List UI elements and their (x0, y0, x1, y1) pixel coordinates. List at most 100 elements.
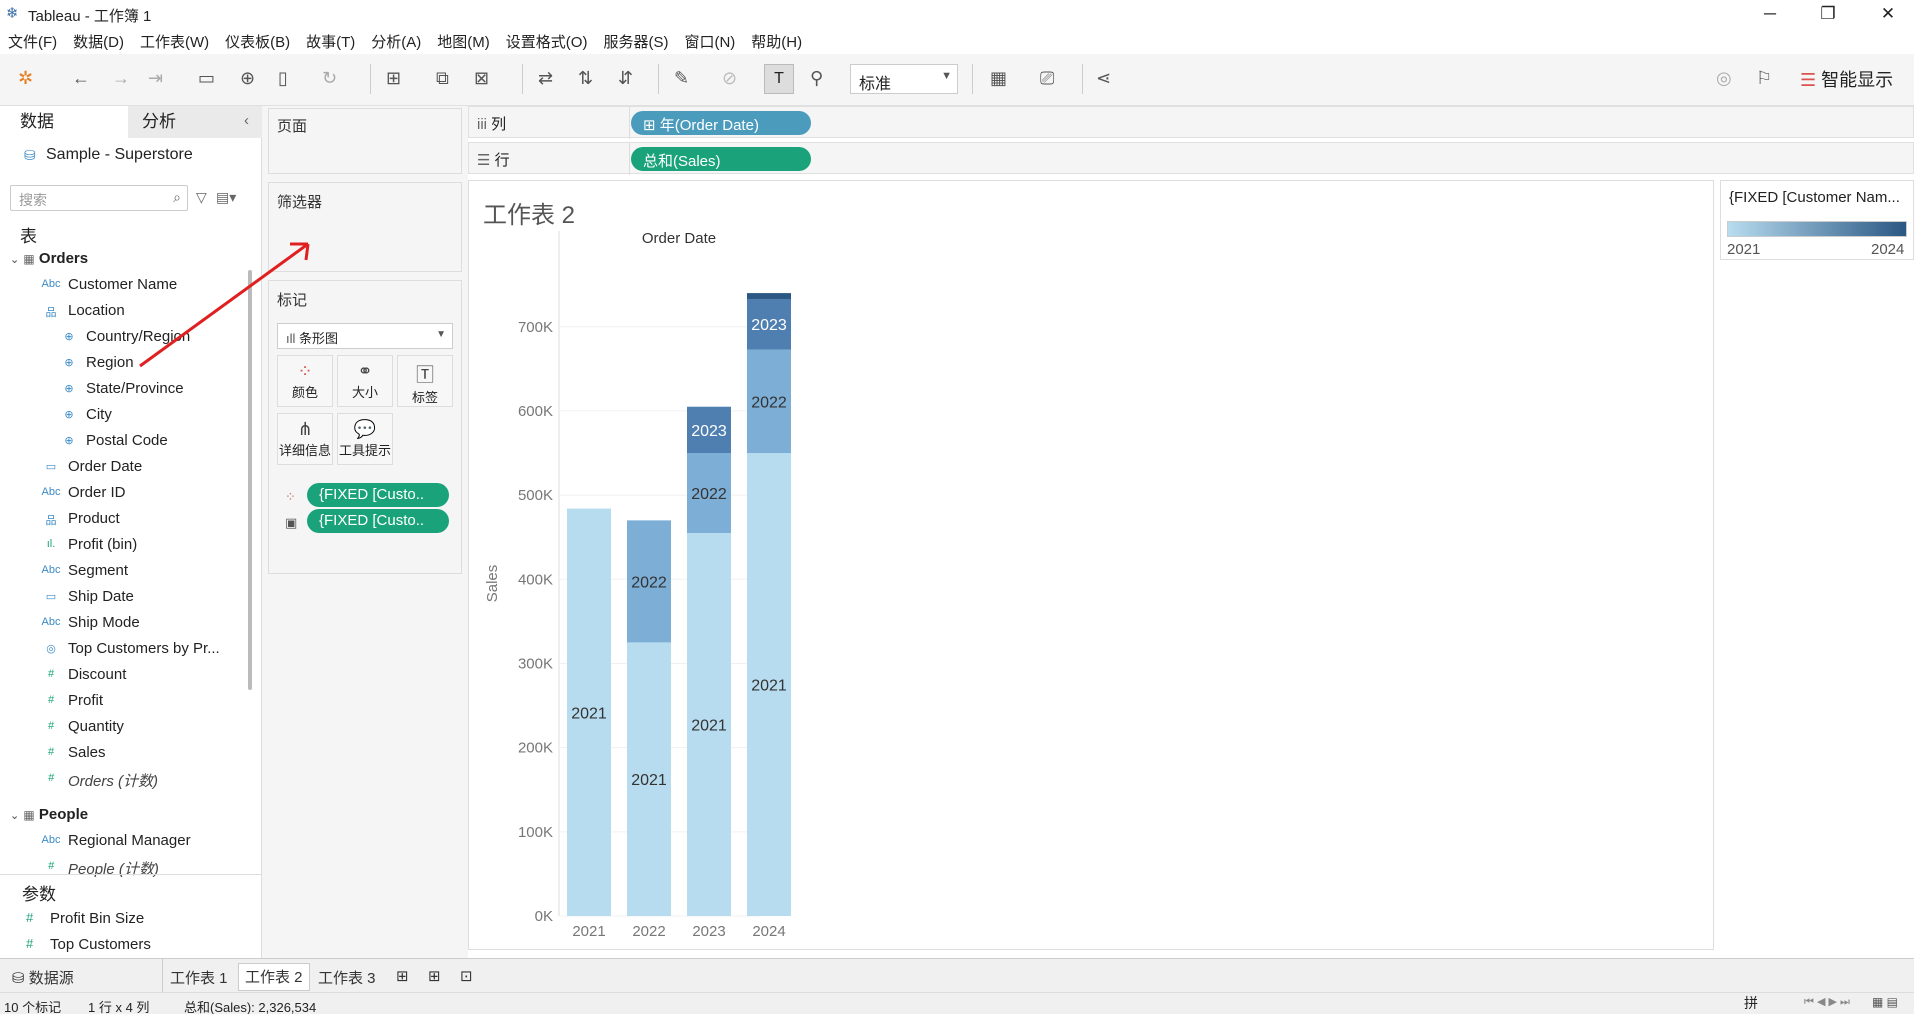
tableau-home-icon[interactable]: ✲ (18, 68, 33, 89)
view-options-icon[interactable]: ▤▾ (216, 189, 236, 206)
ime-indicator[interactable]: 拼 (1744, 993, 1758, 1013)
field-item[interactable]: ıl. Profit (bin) (47, 536, 137, 553)
presentation-mode-icon[interactable]: ⎚ (1040, 68, 1054, 89)
menu-item[interactable]: 仪表板(B) (225, 31, 290, 52)
field-item[interactable]: ⊕ Postal Code (64, 432, 167, 449)
label-button[interactable]: 🅃 标签 (397, 355, 453, 407)
menu-item[interactable]: 服务器(S) (603, 31, 668, 52)
show-cards-icon[interactable]: ▦ (990, 68, 1007, 89)
label-pill[interactable]: {FIXED [Custo.. (307, 509, 449, 533)
field-item[interactable]: 品 Location (46, 302, 125, 319)
detail-button[interactable]: ⋔ 详细信息 (277, 413, 333, 465)
highlight-icon[interactable]: ✎ (674, 68, 689, 89)
field-name: People (计数) (68, 861, 159, 878)
field-item[interactable]: Abc Regional Manager (42, 832, 191, 849)
datasource-tab[interactable]: ⛁ 数据源 (6, 965, 80, 990)
close-button[interactable]: ✕ (1868, 2, 1908, 26)
param-item[interactable]: Top Customers (50, 936, 151, 953)
datasource-name[interactable]: Sample - Superstore (46, 146, 193, 164)
menu-item[interactable]: 文件(F) (8, 31, 57, 52)
share-icon[interactable]: ⋖ (1096, 68, 1111, 89)
menu-item[interactable]: 分析(A) (371, 31, 421, 52)
menu-item[interactable]: 窗口(N) (684, 31, 735, 52)
swap-disabled-icon[interactable]: ⇥ (148, 68, 163, 89)
new-dashboard-icon[interactable]: ⊞ (422, 965, 447, 987)
field-item[interactable]: 品 Product (46, 510, 120, 527)
bar-label: 2023 (691, 423, 727, 440)
new-story-icon[interactable]: ⊡ (454, 965, 479, 987)
view-mode-icon[interactable]: ▦ ▤ (1872, 995, 1898, 1009)
field-item[interactable]: ▭ Ship Date (46, 588, 134, 605)
field-item[interactable]: Abc Segment (42, 562, 129, 579)
save-icon[interactable]: ▭ (198, 68, 215, 89)
menu-item[interactable]: 帮助(H) (751, 31, 802, 52)
field-item[interactable]: # Quantity (48, 718, 124, 735)
pages-card[interactable]: 页面 (268, 108, 462, 174)
bar-chart[interactable]: 0K 100K 200K 300K 400K 500K 600K 700K Sales Order… (469, 181, 1715, 951)
collapse-panel-icon[interactable]: ‹ (244, 112, 249, 129)
tooltip-button[interactable]: 💬 工具提示 (337, 413, 393, 465)
rows-pill[interactable]: 总和(Sales) (631, 147, 811, 171)
field-item[interactable]: # People (计数) (48, 858, 159, 879)
sheet-tab[interactable]: 工作表 3 (312, 965, 382, 990)
field-item[interactable]: # Profit (48, 692, 103, 709)
menu-item[interactable]: 故事(T) (306, 31, 355, 52)
sheet-tab[interactable]: 工作表 1 (164, 965, 234, 990)
tab-analysis[interactable]: 分析 (142, 106, 176, 138)
field-item[interactable]: ▭ Order Date (46, 458, 142, 475)
clear-sheet-icon[interactable]: ⊠ (474, 68, 489, 89)
worksheet-view[interactable]: 工作表 2 0K 100K 200K 300K 400K 500K 600K 700K Sale… (468, 180, 1714, 950)
field-item[interactable]: ⊕ Region (64, 354, 133, 371)
geo-icon: ⊕ (64, 409, 74, 421)
columns-shelf[interactable]: iii 列 ⊞ 年(Order Date) (468, 106, 1914, 139)
sheet-nav-icon[interactable]: ⏮ ◀ ▶ ⏭ (1804, 995, 1850, 1009)
new-worksheet-icon[interactable]: ⊞ (386, 68, 401, 89)
field-item[interactable]: ◎ Top Customers by Pr... (46, 640, 220, 657)
pages-title: 页面 (277, 118, 308, 135)
duplicate-sheet-icon[interactable]: ⧉ (436, 68, 449, 89)
group-icon[interactable]: ⊘ (722, 68, 737, 89)
y-tick-label: 0K (535, 908, 553, 925)
filter-icon[interactable]: ▽ (196, 189, 207, 206)
columns-pill[interactable]: ⊞ 年(Order Date) (631, 111, 811, 135)
field-item[interactable]: Abc Order ID (42, 484, 126, 501)
minimize-button[interactable]: ─ (1750, 2, 1790, 26)
menu-item[interactable]: 地图(M) (437, 31, 490, 52)
format-painter-icon[interactable]: ⚐ (1756, 68, 1772, 89)
refresh-icon[interactable]: ↻ (322, 68, 337, 89)
menu-item[interactable]: 工作表(W) (140, 31, 209, 52)
field-item[interactable]: # Discount (48, 666, 126, 683)
new-datasource-icon[interactable]: ⊕ (240, 68, 255, 89)
restore-button[interactable]: ❐ (1808, 2, 1848, 26)
sort-descending-icon[interactable]: ⇵ (618, 68, 633, 89)
field-item[interactable]: # Sales (48, 744, 106, 761)
tooltip-icon: 💬 (353, 419, 377, 439)
table-people[interactable]: ⌄ ▦ People (10, 806, 88, 823)
ask-data-icon[interactable]: ◎ (1716, 68, 1732, 89)
field-item[interactable]: ⊕ City (64, 406, 111, 423)
menu-item[interactable]: 设置格式(O) (506, 31, 588, 52)
field-item[interactable]: Abc Ship Mode (42, 614, 140, 631)
field-item[interactable]: # Orders (计数) (48, 770, 158, 791)
fit-select[interactable]: 标准 ▼ (850, 64, 958, 94)
new-worksheet-icon[interactable]: ⊞ (390, 965, 415, 987)
show-labels-icon[interactable]: T (764, 64, 794, 94)
color-pill[interactable]: {FIXED [Custo.. (307, 483, 449, 507)
table-orders[interactable]: ⌄ ▦ Orders (10, 250, 88, 267)
sheet-tab-active[interactable]: 工作表 2 (238, 963, 310, 991)
undo-icon[interactable]: ← (72, 68, 90, 89)
search-icon: ⌕ (173, 189, 181, 205)
fix-axes-icon[interactable]: ⚲ (810, 68, 823, 89)
pause-updates-icon[interactable]: ▯ (278, 68, 288, 89)
swap-rows-columns-icon[interactable]: ⇄ (538, 68, 553, 89)
smart-show-button[interactable]: ☰ 智能显示 (1800, 66, 1893, 92)
sort-ascending-icon[interactable]: ⇅ (578, 68, 593, 89)
field-item[interactable]: ⊕ State/Province (64, 380, 183, 397)
tab-data[interactable]: 数据 (0, 106, 128, 138)
rows-shelf[interactable]: ☰ 行 总和(Sales) (468, 142, 1914, 175)
redo-icon[interactable]: → (112, 68, 130, 89)
size-button[interactable]: ⚭ 大小 (337, 355, 393, 407)
menu-item[interactable]: 数据(D) (73, 31, 124, 52)
search-input[interactable]: 搜索 ⌕ (10, 185, 188, 211)
param-item[interactable]: Profit Bin Size (50, 910, 144, 927)
